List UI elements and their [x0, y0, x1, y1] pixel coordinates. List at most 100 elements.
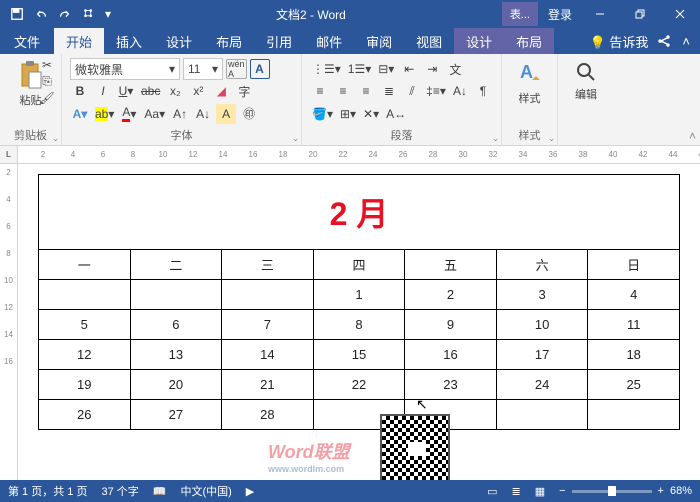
calendar-cell[interactable]: 3 — [496, 280, 588, 310]
redo-icon[interactable] — [54, 3, 76, 25]
collapse-ribbon-pin-icon[interactable]: ˄ — [689, 129, 696, 143]
zoom-slider[interactable] — [572, 490, 652, 493]
bullets-icon[interactable]: ⋮☰▾ — [310, 59, 343, 79]
tab-view[interactable]: 视图 — [404, 28, 454, 54]
tab-mailings[interactable]: 邮件 — [304, 28, 354, 54]
font-family-combo[interactable]: 微软雅黑▾ — [70, 58, 180, 80]
close-icon[interactable] — [660, 0, 700, 28]
justify-icon[interactable]: ≣ — [379, 81, 399, 101]
format-painter-icon[interactable]: 🖌 — [37, 91, 57, 105]
calendar-cell[interactable]: 18 — [588, 340, 680, 370]
shading-icon[interactable]: 🪣▾ — [310, 104, 335, 124]
numbering-icon[interactable]: 1☰▾ — [346, 59, 373, 79]
calendar-header-cell[interactable]: 一 — [39, 250, 131, 280]
calendar-cell[interactable]: 24 — [496, 370, 588, 400]
calendar-cell[interactable]: 15 — [313, 340, 405, 370]
save-icon[interactable] — [6, 3, 28, 25]
calendar-cell[interactable]: 6 — [130, 310, 222, 340]
font-color-icon[interactable]: A▾ — [119, 104, 139, 124]
bold-icon[interactable]: B — [70, 81, 90, 101]
tab-design[interactable]: 设计 — [154, 28, 204, 54]
calendar-header-cell[interactable]: 二 — [130, 250, 222, 280]
char-scale-icon[interactable]: A↔ — [384, 104, 408, 124]
calendar-cell[interactable]: 11 — [588, 310, 680, 340]
change-case-icon[interactable]: A — [216, 104, 236, 124]
calendar-header-cell[interactable]: 日 — [588, 250, 680, 280]
calendar-cell[interactable] — [39, 280, 131, 310]
calendar-cell[interactable]: 21 — [222, 370, 314, 400]
align-center-icon[interactable]: ≡ — [333, 81, 353, 101]
tab-file[interactable]: 文件 — [0, 28, 54, 54]
calendar-cell[interactable] — [588, 400, 680, 430]
calendar-cell[interactable]: 27 — [130, 400, 222, 430]
calendar-cell[interactable]: 7 — [222, 310, 314, 340]
collapse-ribbon-icon[interactable]: ˄ — [682, 34, 690, 49]
tab-references[interactable]: 引用 — [254, 28, 304, 54]
calendar-cell[interactable]: 22 — [313, 370, 405, 400]
zoom-level[interactable]: 68% — [670, 485, 692, 497]
calendar-cell[interactable]: 13 — [130, 340, 222, 370]
calendar-header-cell[interactable]: 六 — [496, 250, 588, 280]
calendar-header-cell[interactable]: 四 — [313, 250, 405, 280]
circled-char-icon[interactable]: ㊞ — [239, 104, 259, 124]
character-border-icon[interactable]: A — [250, 59, 270, 79]
increase-indent-icon[interactable]: ⇥ — [422, 59, 442, 79]
calendar-cell[interactable] — [222, 280, 314, 310]
tab-table-layout[interactable]: 布局 — [504, 28, 554, 54]
superscript-icon[interactable]: x² — [188, 81, 208, 101]
calendar-cell[interactable]: 17 — [496, 340, 588, 370]
underline-icon[interactable]: U▾ — [116, 81, 136, 101]
calendar-cell[interactable]: 12 — [39, 340, 131, 370]
language-indicator[interactable]: 中文(中国) — [180, 483, 231, 499]
minimize-icon[interactable] — [580, 0, 620, 28]
calendar-cell[interactable]: 1 — [313, 280, 405, 310]
page[interactable]: 2 月 一二三四五六日 1234567891011121314151617181… — [18, 164, 700, 480]
calendar-cell[interactable] — [496, 400, 588, 430]
styles-button[interactable]: A 样式 — [510, 58, 549, 108]
calendar-cell[interactable]: 28 — [222, 400, 314, 430]
strikethrough-icon[interactable]: abc — [139, 81, 162, 101]
calendar-cell[interactable]: 26 — [39, 400, 131, 430]
grow-font-icon[interactable]: A↑ — [170, 104, 190, 124]
macro-record-icon[interactable]: ▶ — [246, 485, 254, 498]
subscript-icon[interactable]: x₂ — [165, 81, 185, 101]
tab-table-design[interactable]: 设计 — [454, 28, 504, 54]
highlight-icon[interactable]: ab▾ — [93, 104, 116, 124]
char-shading-icon[interactable]: Aa▾ — [142, 104, 167, 124]
font-size-combo[interactable]: 11▾ — [183, 58, 223, 80]
calendar-cell[interactable]: 25 — [588, 370, 680, 400]
calendar-cell[interactable]: 19 — [39, 370, 131, 400]
calendar-cell[interactable]: 14 — [222, 340, 314, 370]
shrink-font-icon[interactable]: A↓ — [193, 104, 213, 124]
qat-dropdown-icon[interactable]: ▾ — [102, 3, 114, 25]
word-count[interactable]: 37 个字 — [101, 483, 138, 499]
align-right-icon[interactable]: ≡ — [356, 81, 376, 101]
spell-check-icon[interactable]: 📖 — [153, 485, 167, 498]
distribute-icon[interactable]: ⫽ — [402, 81, 422, 101]
copy-icon[interactable]: ⎘ — [37, 74, 57, 89]
align-left-icon[interactable]: ≡ — [310, 81, 330, 101]
customize-qat-icon[interactable] — [78, 3, 100, 25]
vertical-ruler[interactable]: 246810121416 — [0, 164, 18, 480]
tab-selector-icon[interactable]: L — [0, 146, 18, 164]
read-mode-icon[interactable]: ▭ — [487, 485, 497, 498]
calendar-cell[interactable]: 2 — [405, 280, 497, 310]
decrease-indent-icon[interactable]: ⇤ — [399, 59, 419, 79]
calendar-cell[interactable]: 9 — [405, 310, 497, 340]
sort-icon[interactable]: A↓ — [450, 81, 470, 101]
calendar-cell[interactable] — [130, 280, 222, 310]
text-effects-icon[interactable]: A▾ — [70, 104, 90, 124]
share-icon[interactable] — [658, 34, 672, 48]
calendar-table[interactable]: 一二三四五六日 12345678910111213141516171819202… — [38, 249, 680, 430]
calendar-cell[interactable]: 5 — [39, 310, 131, 340]
show-marks-icon[interactable]: ¶ — [473, 81, 493, 101]
editing-button[interactable]: 编辑 — [566, 58, 606, 104]
tab-home[interactable]: 开始 — [54, 28, 104, 54]
calendar-cell[interactable]: 10 — [496, 310, 588, 340]
login-button[interactable]: 登录 — [540, 6, 580, 23]
calendar-cell[interactable]: 23 — [405, 370, 497, 400]
tab-insert[interactable]: 插入 — [104, 28, 154, 54]
text-direction-icon[interactable]: ✕▾ — [361, 104, 381, 124]
italic-icon[interactable]: I — [93, 81, 113, 101]
multilevel-list-icon[interactable]: ⊟▾ — [376, 59, 396, 79]
